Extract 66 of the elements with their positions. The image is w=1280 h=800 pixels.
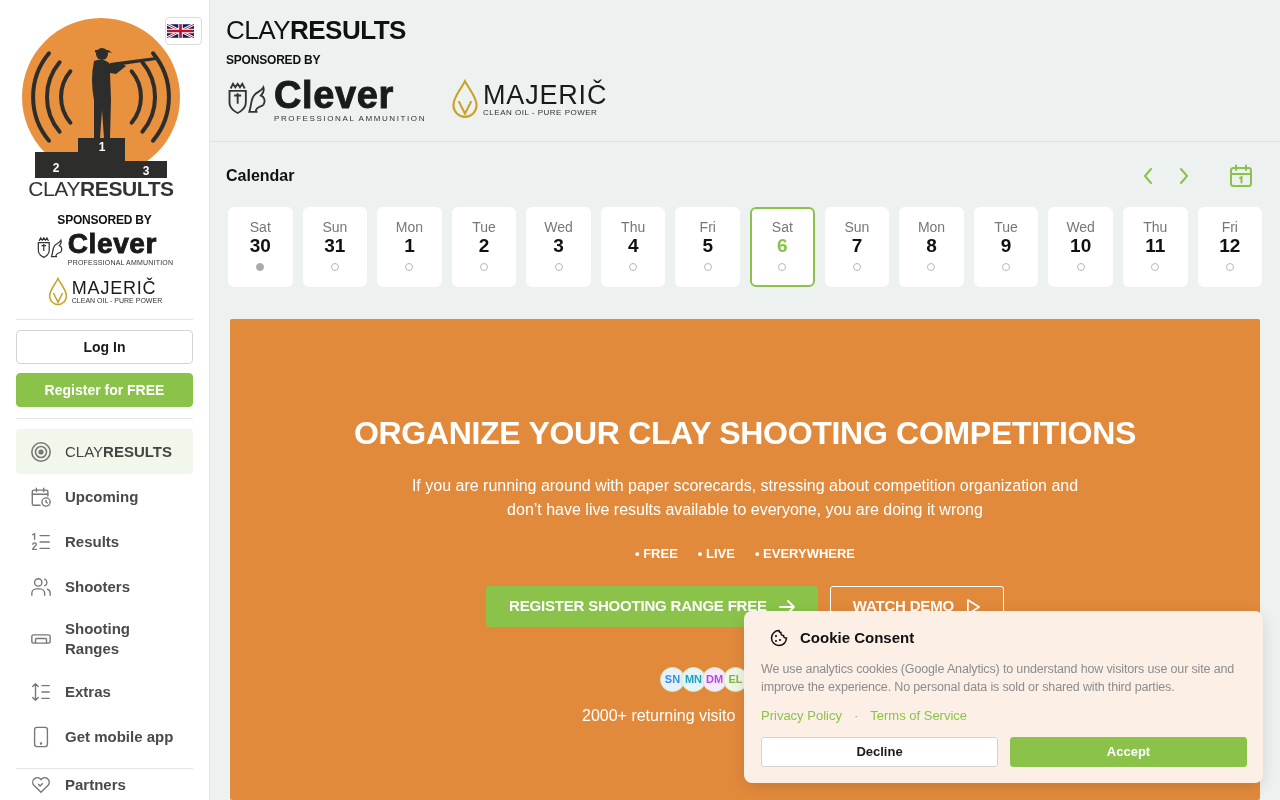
initials-avatar: DM: [702, 667, 727, 692]
cookie-icon: [770, 629, 788, 647]
chevron-right-icon: [1179, 168, 1189, 184]
day-card[interactable]: Sat 6: [750, 207, 815, 287]
nav-item[interactable]: Partners: [16, 769, 193, 800]
nav-item[interactable]: Results: [16, 519, 193, 564]
chevron-left-icon: [1143, 168, 1153, 184]
stats-text: 2000+ returning visito: [582, 707, 737, 725]
calendar-icon: [1229, 164, 1253, 188]
crest-icon: [35, 235, 64, 261]
hero-text: If you are running around with paper scorecards, stressing about competition organization and don’t have live results available to everyone, you are doing it wrong: [410, 476, 1080, 520]
feature-label: • FREE: [634, 546, 678, 562]
flag-icon: [166, 23, 194, 39]
day-card[interactable]: Wed 3: [526, 207, 591, 287]
day-card[interactable]: Sat 30: [228, 207, 293, 287]
day-card[interactable]: Thu 4: [600, 207, 666, 287]
day-card[interactable]: Tue 2: [451, 207, 517, 287]
next-button[interactable]: [1179, 168, 1189, 184]
sponsor-name: Clever: [274, 75, 394, 114]
day-card[interactable]: Wed 10: [1048, 207, 1113, 287]
day-card[interactable]: Sun 31: [302, 207, 368, 287]
decline-button[interactable]: Decline: [761, 737, 998, 767]
sponsor-name: MAJERIČ: [71, 279, 157, 297]
calendar-button[interactable]: [1229, 164, 1253, 188]
feature-label: • EVERYWHERE: [754, 546, 855, 562]
dialog-title: Cookie Consent: [800, 627, 915, 648]
drop-icon: [46, 277, 69, 306]
target-icon: [30, 440, 52, 463]
sponsored-label: SPONSORED BY: [57, 213, 152, 227]
numbered-list-icon: [30, 530, 52, 553]
sponsor-tagline: PROFESSIONAL AMMUNITION: [274, 114, 427, 123]
crest-icon: [226, 81, 268, 117]
day-card[interactable]: Sun 7: [824, 207, 890, 287]
sponsor-name: MAJERIČ: [483, 81, 608, 109]
feature-label: • LIVE: [697, 546, 735, 562]
day-card[interactable]: Mon 8: [899, 207, 964, 287]
day-card[interactable]: Fri 12: [1197, 207, 1263, 287]
sponsor-tagline: CLEAN OIL - PURE POWER: [483, 108, 598, 117]
hero-title: ORGANIZE YOUR CLAY SHOOTING COMPETITIONS: [353, 414, 1137, 452]
day-card[interactable]: Thu 11: [1122, 207, 1188, 287]
section-title: Calendar: [226, 166, 295, 186]
initials-avatar: MN: [681, 667, 706, 692]
drop-icon: [450, 79, 481, 119]
day-card[interactable]: Tue 9: [973, 207, 1039, 287]
sponsor-name: Clever: [67, 230, 157, 258]
brand-wordmark: CLAYRESULTS: [28, 180, 174, 198]
initials-avatar: SN: [660, 667, 685, 692]
brand-wordmark: CLAYRESULTS: [226, 17, 406, 43]
link-separator: ·: [853, 707, 859, 725]
language-button[interactable]: [165, 17, 202, 45]
users-icon: [30, 575, 52, 598]
nav-item[interactable]: CLAYRESULTS: [16, 429, 193, 474]
day-card[interactable]: Mon 1: [377, 207, 442, 287]
nav-item[interactable]: Shooters: [16, 564, 193, 609]
nav-item[interactable]: Extras: [16, 669, 193, 714]
nav-item[interactable]: Shooting Ranges: [16, 609, 193, 669]
dialog-text: We use analytics cookies (Google Analytics) to understand how visitors use our site and improve the experience. No personal data is sold or shared with third parties.: [761, 661, 1236, 696]
login-button[interactable]: Log In: [16, 330, 193, 364]
day-card[interactable]: Fri 5: [675, 207, 741, 287]
nav-item[interactable]: Upcoming: [16, 474, 193, 519]
sponsored-label: SPONSORED BY: [226, 53, 321, 67]
nav-item[interactable]: Get mobile app: [16, 714, 193, 759]
previous-button[interactable]: [1143, 168, 1153, 184]
shooter-logo: 2 1 3: [22, 18, 180, 180]
sort-icon: [30, 680, 52, 703]
calendar-clock-icon: [30, 485, 52, 508]
